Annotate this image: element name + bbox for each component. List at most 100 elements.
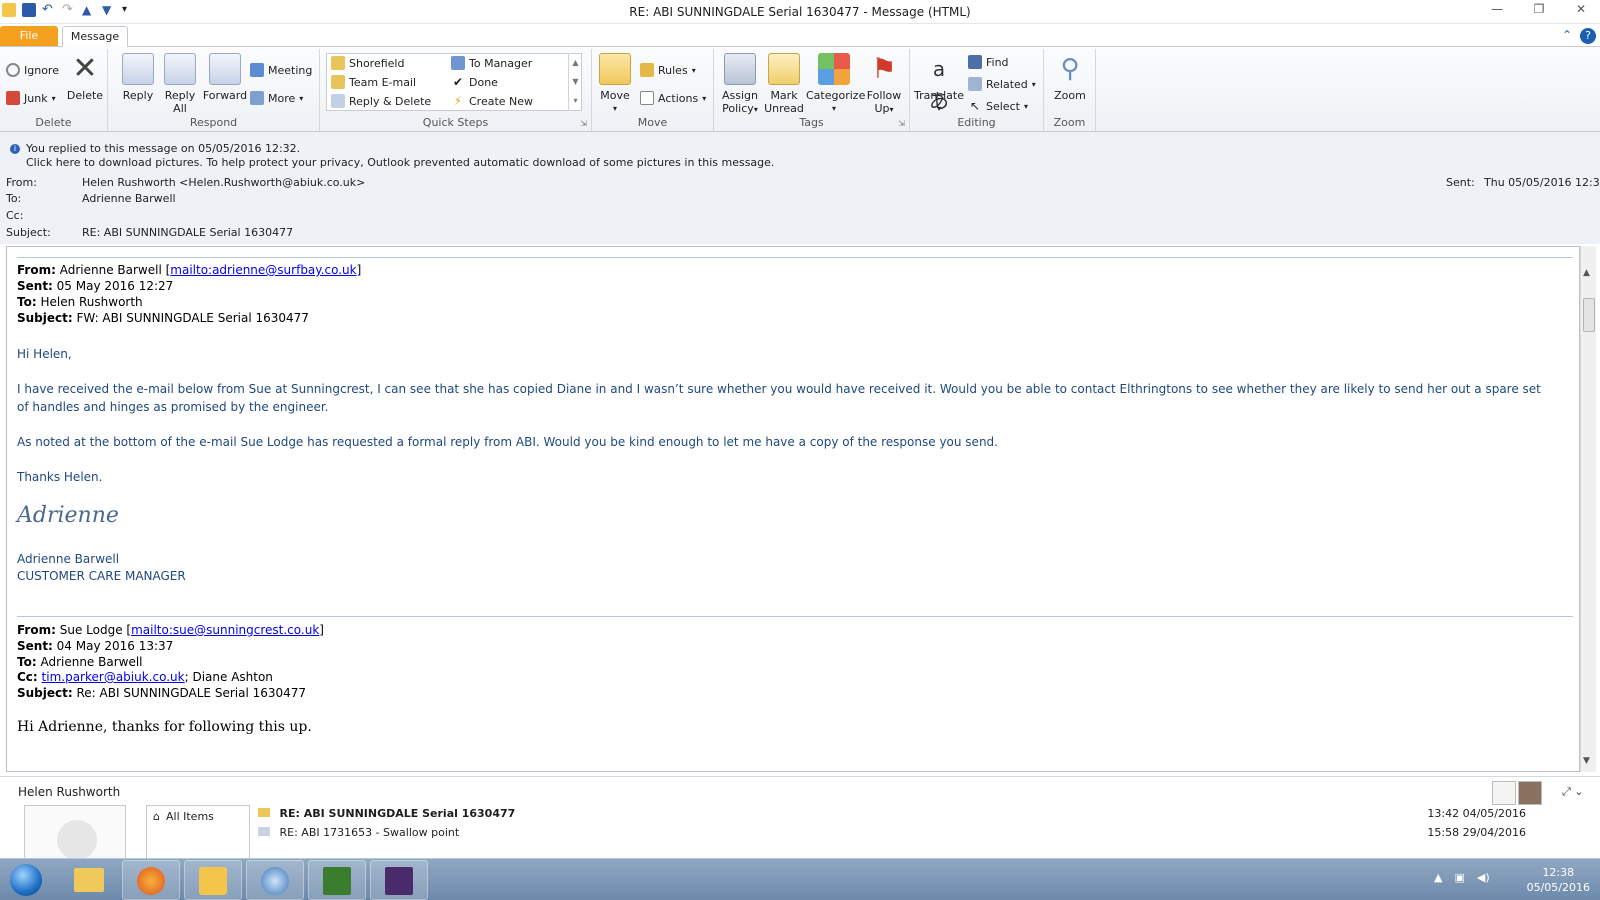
home-icon: ⌂: [153, 810, 160, 823]
firefox-taskbar-button[interactable]: [122, 860, 180, 900]
app-taskbar-button[interactable]: [370, 860, 428, 900]
handwritten-signature: Adrienne: [17, 503, 119, 528]
select-button[interactable]: ↖ Select ▾: [968, 97, 1028, 115]
mailto-link[interactable]: mailto:adrienne@surfbay.co.uk: [170, 263, 356, 277]
sage-taskbar-button[interactable]: [308, 860, 366, 900]
forward-arrow-icon: [451, 56, 465, 70]
rules-icon: [640, 63, 654, 77]
restore-button[interactable]: ❐: [1526, 2, 1552, 20]
help-icon[interactable]: ?: [1580, 28, 1596, 44]
scroll-up-icon[interactable]: ▲: [1583, 268, 1590, 278]
tab-file[interactable]: File: [0, 26, 58, 46]
mark-unread-button[interactable]: Mark Unread: [764, 53, 804, 115]
related-icon: [968, 77, 982, 91]
envelope-icon: [768, 53, 800, 85]
start-button[interactable]: [4, 860, 48, 900]
follow-up-button[interactable]: ⚑ Follow Up▾: [864, 53, 904, 116]
person-icon[interactable]: [1492, 781, 1516, 805]
info-icon: i: [10, 144, 20, 154]
respond-group: Reply Reply All Forward Meeting More ▾ Re…: [108, 49, 320, 131]
list-item[interactable]: RE: ABI SUNNINGDALE Serial 1630477 13:42…: [252, 807, 1572, 825]
quick-steps-group: Shorefield Team E-mail Reply & Delete To…: [320, 49, 592, 131]
activity-filter-list[interactable]: ⌂ All Items: [146, 805, 250, 861]
taskbar: ▲ ▣ ◀) 12:38 05/05/2016: [0, 858, 1600, 900]
close-button[interactable]: ✕: [1568, 2, 1594, 20]
dialog-launcher-icon[interactable]: ⇲: [580, 119, 587, 128]
contact-photos[interactable]: [1492, 781, 1542, 805]
quoted-to-2: To: Adrienne Barwell: [17, 655, 143, 669]
more-button[interactable]: More ▾: [250, 89, 303, 107]
paragraph-1a: I have received the e-mail below from Su…: [17, 382, 1541, 396]
replied-notice: You replied to this message on 05/05/201…: [26, 142, 301, 155]
actions-button[interactable]: Actions ▾: [640, 89, 706, 107]
system-tray-icons[interactable]: ▲ ▣ ◀): [1434, 871, 1490, 884]
network-icon[interactable]: ▣: [1454, 871, 1464, 884]
quick-step-shorefield[interactable]: Shorefield: [331, 54, 404, 72]
outlook-taskbar-button[interactable]: [184, 860, 242, 900]
checkmark-icon: ✔: [452, 75, 464, 89]
categorize-button[interactable]: Categorize ▾: [806, 53, 865, 115]
quick-steps-scroll[interactable]: ▲ ▼ ▾: [568, 53, 582, 111]
quick-step-reply-delete[interactable]: Reply & Delete: [331, 92, 431, 110]
people-pane: Helen Rushworth ⤢ ⌄ ⌂ All Items RE: ABI …: [0, 776, 1600, 865]
grid-app-icon: [385, 867, 413, 895]
separator: [17, 257, 1573, 258]
policy-icon: [724, 53, 756, 85]
volume-icon[interactable]: ◀): [1477, 871, 1490, 884]
expand-icon[interactable]: ⤢ ⌄: [1562, 785, 1584, 799]
quick-step-create-new[interactable]: ⚡ Create New: [451, 92, 533, 110]
cc-label: Cc:: [6, 209, 24, 222]
mailto-link[interactable]: mailto:sue@sunningcrest.co.uk: [131, 623, 319, 637]
collapse-ribbon-icon[interactable]: ⌃: [1562, 28, 1572, 44]
categorize-icon: [818, 53, 850, 85]
find-button[interactable]: Find: [968, 53, 1009, 71]
cc-link[interactable]: tim.parker@abiuk.co.uk: [42, 670, 185, 684]
related-button[interactable]: Related ▾: [968, 75, 1036, 93]
window-title: RE: ABI SUNNINGDALE Serial 1630477 - Mes…: [629, 5, 971, 19]
delete-icon: ✕: [72, 51, 98, 86]
reply-delete-icon: [331, 94, 345, 108]
junk-button[interactable]: Junk ▾: [6, 89, 56, 107]
rules-button[interactable]: Rules ▾: [640, 61, 696, 79]
title-bar: ↶ ↷ ▲ ▼ ▾ RE: ABI SUNNINGDALE Serial 163…: [0, 0, 1600, 24]
assign-policy-button[interactable]: Assign Policy▾: [718, 53, 762, 116]
move-group: Move ▾ Rules ▾ Actions ▾ Move: [592, 49, 714, 131]
firefox-icon: [137, 867, 165, 895]
quoted-to: To: Helen Rushworth: [17, 295, 143, 309]
reply-all-button[interactable]: Reply All: [160, 53, 200, 115]
meeting-button[interactable]: Meeting: [250, 61, 312, 79]
quick-step-team-email[interactable]: Team E-mail: [331, 73, 416, 91]
scrollbar-thumb[interactable]: [1583, 298, 1595, 332]
reply-icon: [258, 827, 270, 836]
download-pictures-bar[interactable]: Click here to download pictures. To help…: [26, 156, 774, 169]
to-value[interactable]: Adrienne Barwell: [82, 192, 176, 205]
delete-button[interactable]: ✕ Delete: [66, 51, 104, 103]
explorer-taskbar-button[interactable]: [60, 860, 118, 900]
from-value[interactable]: Helen Rushworth <Helen.Rushworth@abiuk.c…: [82, 176, 365, 189]
scroll-down-icon[interactable]: ▼: [1583, 756, 1590, 766]
quick-step-done[interactable]: ✔ Done: [451, 73, 498, 91]
clock[interactable]: 12:38 05/05/2016: [1527, 865, 1590, 895]
show-hidden-icons-icon[interactable]: ▲: [1434, 871, 1442, 884]
avatar[interactable]: [1518, 781, 1542, 805]
ignore-button[interactable]: Ignore: [6, 61, 59, 79]
translate-button[interactable]: aあ Translate ▾: [914, 53, 964, 115]
move-button[interactable]: Move ▾: [598, 53, 632, 115]
vertical-scrollbar[interactable]: ▲ ▼: [1580, 246, 1596, 772]
folder-icon: [74, 868, 104, 892]
sent-label: Sent:: [1446, 176, 1475, 189]
quoted-cc-2: Cc: tim.parker@abiuk.co.uk; Diane Ashton: [17, 670, 273, 684]
ribbon: Ignore Junk ▾ ✕ Delete Delete Reply Reply…: [0, 46, 1600, 132]
all-items-filter[interactable]: All Items: [166, 810, 214, 823]
forward-button[interactable]: Forward: [202, 53, 248, 102]
quick-step-to-manager[interactable]: To Manager: [451, 54, 532, 72]
list-item[interactable]: RE: ABI 1731653 - Swallow point 15:58 29…: [252, 826, 1572, 838]
browser-taskbar-button[interactable]: [246, 860, 304, 900]
quoted-sent: Sent: 05 May 2016 12:27: [17, 279, 174, 293]
minimize-button[interactable]: —: [1484, 2, 1510, 20]
reply-button[interactable]: Reply: [118, 53, 158, 102]
zoom-button[interactable]: ⚲ Zoom: [1050, 53, 1090, 102]
dialog-launcher-icon[interactable]: ⇲: [898, 119, 905, 128]
activity-list: RE: ABI SUNNINGDALE Serial 1630477 13:42…: [252, 805, 1572, 861]
tab-message[interactable]: Message: [62, 26, 128, 47]
